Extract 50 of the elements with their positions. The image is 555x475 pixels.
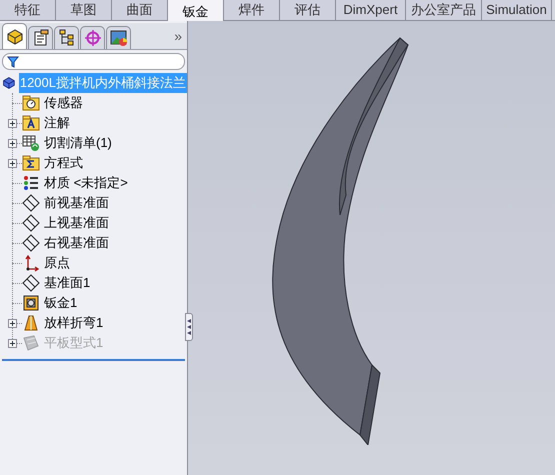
loft-icon [22, 314, 40, 332]
material-icon [22, 174, 40, 192]
command-tab[interactable]: 焊件 [224, 0, 280, 20]
command-tab[interactable]: DimXpert [336, 0, 406, 20]
expand-toggle[interactable] [8, 318, 16, 328]
command-tab[interactable]: Simulation [482, 0, 552, 20]
plane-icon [22, 194, 40, 212]
tree-item[interactable]: 材质 <未指定> [44, 173, 128, 193]
tree-item[interactable]: 放样折弯1 [44, 313, 104, 333]
part-icon [6, 28, 24, 46]
collapse-handle[interactable] [185, 313, 193, 341]
command-tab[interactable]: 评估 [280, 0, 336, 20]
display-icon [110, 29, 128, 47]
tree-item[interactable]: 基准面1 [44, 273, 90, 293]
hierarchy-icon [58, 29, 76, 47]
command-tab[interactable]: 曲面 [112, 0, 168, 20]
expand-toggle[interactable] [8, 158, 16, 168]
tree-item[interactable]: 传感器 [44, 93, 83, 113]
expand-toggle[interactable] [8, 118, 16, 128]
filter-field[interactable] [2, 53, 185, 70]
tree-item[interactable]: 右视基准面 [44, 233, 109, 253]
collapse-arrows-icon [187, 317, 191, 337]
sheet-metal-icon [22, 294, 40, 312]
cut-list-icon [22, 134, 40, 152]
plane-icon [22, 234, 40, 252]
tree-item[interactable]: 原点 [44, 253, 70, 273]
equation-folder-icon [22, 154, 40, 172]
panel-tab[interactable] [28, 26, 53, 49]
annotation-folder-icon [22, 114, 40, 132]
crosshair-icon [84, 29, 102, 47]
panel-tab[interactable] [106, 26, 131, 49]
command-tab[interactable]: 特征 [0, 0, 56, 20]
filter-icon [7, 56, 19, 68]
document-icon [32, 29, 50, 47]
command-tab[interactable]: 办公室产品 [406, 0, 482, 20]
tree-item[interactable]: 注解 [44, 113, 70, 133]
expand-toggle[interactable] [8, 138, 16, 148]
flat-pattern-icon [22, 334, 40, 352]
sensor-folder-icon [22, 94, 40, 112]
tree-item[interactable]: 方程式 [44, 153, 83, 173]
command-tab[interactable]: 草图 [56, 0, 112, 20]
tree-item[interactable]: 上视基准面 [44, 213, 109, 233]
plane-icon [22, 274, 40, 292]
tree-item[interactable]: 钣金1 [44, 293, 78, 313]
tree-item[interactable]: 前视基准面 [44, 193, 109, 213]
panel-tab[interactable] [54, 26, 79, 49]
panel-tab[interactable] [2, 23, 27, 49]
plane-icon [22, 214, 40, 232]
tree-item[interactable]: 切割清单(1) [44, 133, 112, 153]
more-tabs-button[interactable]: » [174, 26, 185, 46]
